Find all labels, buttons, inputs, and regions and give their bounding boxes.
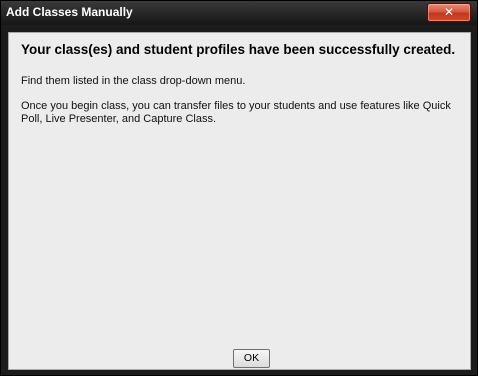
window-title: Add Classes Manually [6, 5, 133, 19]
close-icon: ✕ [443, 5, 455, 19]
info-text-features: Once you begin class, you can transfer f… [21, 100, 451, 125]
title-bar: Add Classes Manually ✕ [1, 1, 477, 25]
success-heading: Your class(es) and student profiles have… [21, 42, 456, 57]
dialog-window: Add Classes Manually ✕ Your class(es) an… [0, 0, 478, 376]
dialog-body: Your class(es) and student profiles have… [8, 32, 471, 370]
ok-button[interactable]: OK [233, 349, 270, 368]
close-button[interactable]: ✕ [427, 3, 471, 22]
info-text-class-menu: Find them listed in the class drop-down … [21, 75, 246, 87]
